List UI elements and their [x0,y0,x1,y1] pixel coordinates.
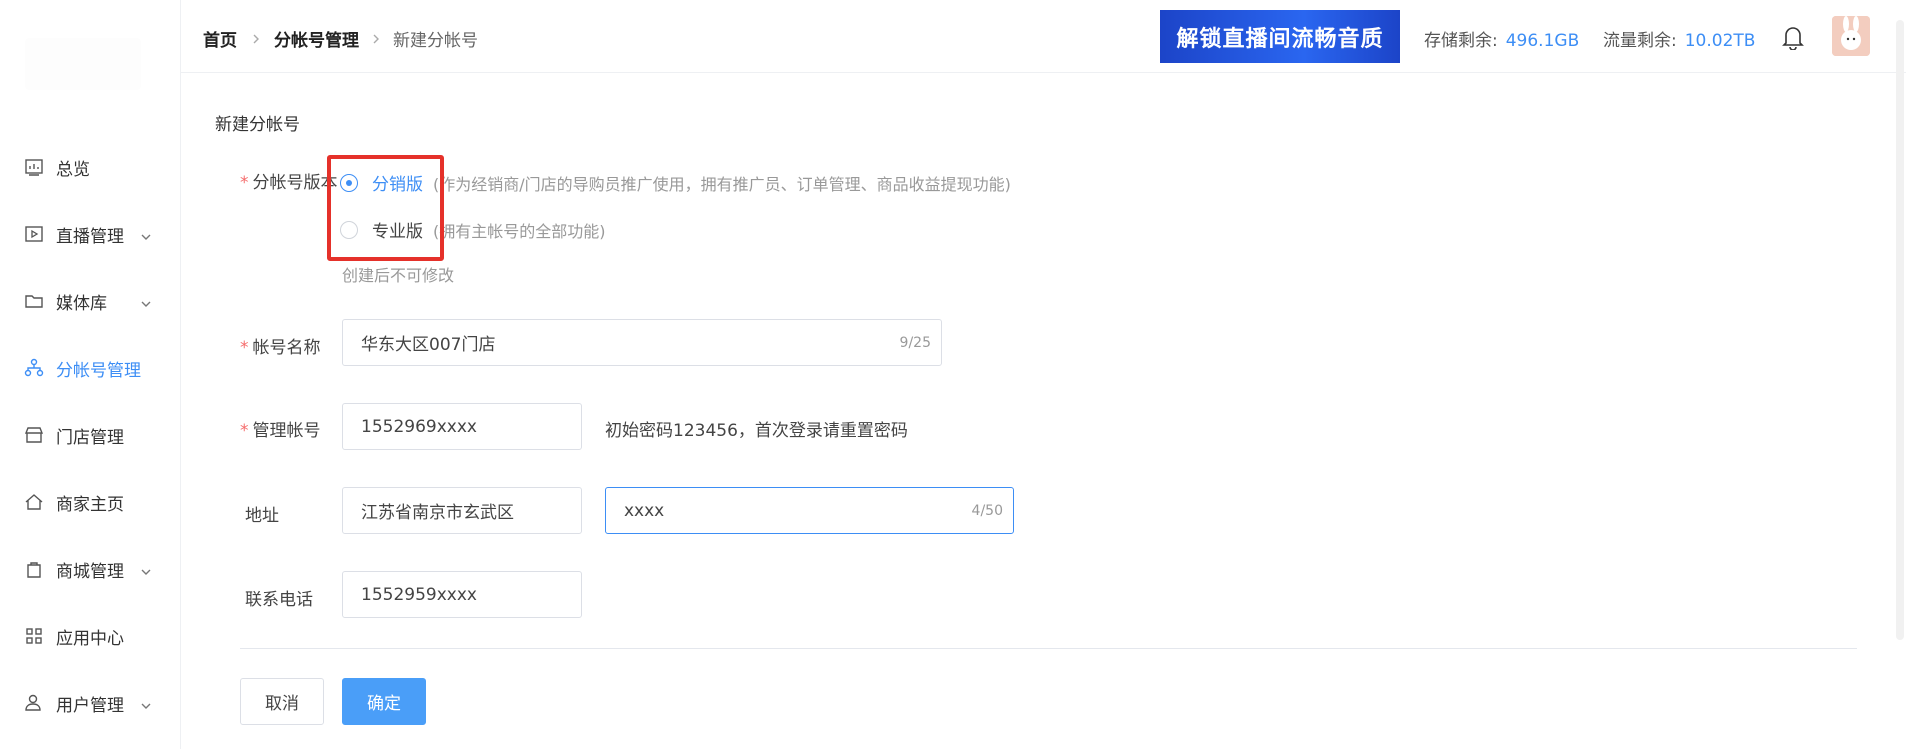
sidebar: 总览 直播管理 媒体库 分帐号管理 门店管理 商家主页 商城管理 应用中心 用户… [0,0,181,749]
cancel-button[interactable]: 取消 [240,678,324,725]
storage-value: 496.1GB [1505,31,1580,51]
radio-button-selected[interactable] [340,173,358,192]
input-value: 1552969xxxx [361,416,477,437]
radio-description: (拥有主帐号的全部功能) [433,221,606,241]
confirm-button[interactable]: 确定 [342,678,426,725]
required-mark: * [240,421,249,441]
bell-icon[interactable] [1781,24,1805,51]
chart-board-icon [24,157,44,177]
divider [240,648,1857,649]
version-label-text: 分帐号版本 [252,173,338,193]
traffic-value: 10.02TB [1684,31,1756,51]
sidebar-item-label: 商城管理 [56,561,124,582]
sidebar-item-label: 分帐号管理 [56,360,141,381]
live-play-icon [24,224,44,244]
sidebar-item-label: 商家主页 [56,494,124,515]
version-hint: 创建后不可修改 [342,266,455,285]
char-counter: 9/25 [899,334,931,351]
breadcrumb-home[interactable]: 首页 [203,26,237,51]
account-label: * 管理帐号 [240,416,321,441]
logo [25,38,141,90]
storage-remaining: 存储剩余: 496.1GB [1424,26,1579,51]
chevron-right-icon [251,30,261,44]
sidebar-item-label: 媒体库 [56,293,107,314]
radio-label[interactable]: 分销版 [372,170,423,195]
traffic-label: 流量剩余: [1603,31,1677,51]
breadcrumb-parent[interactable]: 分帐号管理 [274,26,359,51]
phone-input[interactable]: 1552959xxxx [342,571,582,618]
name-label: * 帐号名称 [240,333,321,358]
sidebar-item-overview[interactable]: 总览 [0,147,181,187]
sidebar-item-merchant-home[interactable]: 商家主页 [0,482,181,522]
traffic-remaining: 流量剩余: 10.02TB [1603,26,1755,51]
input-value: 华东大区007门店 [361,335,496,355]
sidebar-item-subaccounts[interactable]: 分帐号管理 [0,348,181,388]
user-settings-icon [24,693,44,713]
shopping-bag-icon [24,559,44,579]
sidebar-item-label: 门店管理 [56,427,124,448]
address-label: 地址 [245,506,279,526]
sidebar-item-apps[interactable]: 应用中心 [0,616,181,656]
form-title: 新建分帐号 [215,115,300,135]
sidebar-item-label: 总览 [56,159,90,180]
radio-label[interactable]: 专业版 [372,217,423,242]
input-value: 1552959xxxx [361,584,477,605]
apps-grid-icon [24,626,44,646]
sidebar-item-users[interactable]: 用户管理 [0,683,181,723]
store-icon [24,425,44,445]
scrollbar[interactable] [1896,20,1904,640]
radio-button[interactable] [340,220,358,239]
sidebar-item-mall[interactable]: 商城管理 [0,549,181,589]
avatar[interactable] [1832,16,1870,56]
storage-label: 存储剩余: [1424,31,1498,51]
account-name-input[interactable]: 华东大区007门店 9/25 [342,319,942,366]
promo-banner[interactable]: 解锁直播间流畅音质 [1160,10,1400,63]
admin-account-input[interactable]: 1552969xxxx [342,403,582,450]
address-detail-input[interactable]: xxxx 4/50 [605,487,1014,534]
chevron-right-icon [371,30,381,44]
chevron-down-icon [140,697,152,709]
radio-professional-version[interactable]: 专业版 (拥有主帐号的全部功能) [340,217,606,242]
chevron-down-icon [140,295,152,307]
home-icon [24,492,44,512]
account-label-text: 管理帐号 [252,421,321,441]
sidebar-item-label: 用户管理 [56,695,124,716]
char-counter: 4/50 [971,502,1003,519]
folder-icon [24,291,44,311]
sidebar-item-stores[interactable]: 门店管理 [0,415,181,455]
required-mark: * [240,338,249,358]
chevron-down-icon [140,563,152,575]
sidebar-item-live[interactable]: 直播管理 [0,214,181,254]
input-value: 江苏省南京市玄武区 [361,503,514,523]
sidebar-item-label: 直播管理 [56,226,124,247]
phone-label: 联系电话 [245,590,313,610]
input-value: xxxx [624,500,665,521]
name-label-text: 帐号名称 [252,338,321,358]
version-label: * 分帐号版本 [240,168,338,193]
radio-distribution-version[interactable]: 分销版 (作为经销商/门店的导购员推广使用，拥有推广员、订单管理、商品收益提现功… [340,170,1011,195]
breadcrumb-current: 新建分帐号 [393,31,478,51]
chevron-down-icon [140,228,152,240]
radio-description: (作为经销商/门店的导购员推广使用，拥有推广员、订单管理、商品收益提现功能) [433,174,1011,194]
password-note: 初始密码123456，首次登录请重置密码 [605,421,908,441]
address-region-select[interactable]: 江苏省南京市玄武区 [342,487,582,534]
org-tree-icon [24,358,44,378]
required-mark: * [240,173,249,193]
sidebar-item-label: 应用中心 [56,628,124,649]
sidebar-item-media[interactable]: 媒体库 [0,281,181,321]
